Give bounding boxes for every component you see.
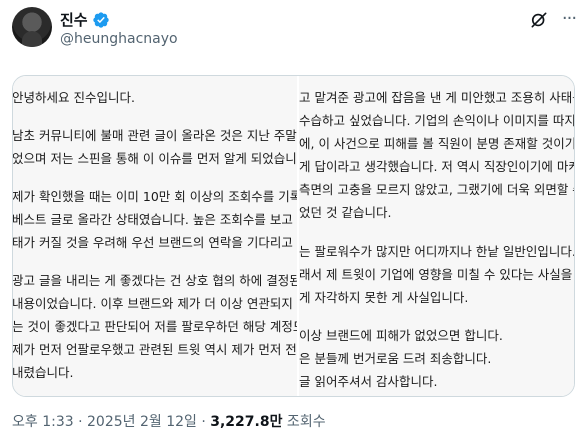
tweet-image[interactable]: 안녕하세요 진수입니다. 남초 커뮤니티에 불매 관련 글이 올라온 것은 지난… [12,75,575,397]
image-text-line: 광고 글을 내리는 게 좋겠다는 건 상호 협의 하에 결정된 [13,273,297,288]
tweet-timestamp[interactable]: 오후 1:33 · 2025년 2월 12일 · [12,414,210,430]
image-text-line: 은 분들께 번거로움 드려 죄송합니다. [299,351,492,366]
image-text-line: 제가 확인했을 때는 이미 10만 회 이상의 조회수를 기록하 [13,189,297,204]
image-text-line: 베스트 글로 올라간 상태였습니다. 높은 조회수를 보고 사 [13,212,297,227]
image-left-page: 안녕하세요 진수입니다. 남초 커뮤니티에 불매 관련 글이 올라온 것은 지난… [13,76,297,396]
image-text-line: 는 팔로워수가 많지만 어디까지나 한낱 일반인입니다. [299,244,575,259]
image-text-line: 에, 이 사건으로 피해를 볼 직원이 분명 존재할 것이기에 [299,136,575,151]
author-display-name[interactable]: 진수 [60,9,88,30]
image-text-line: 남초 커뮤니티에 불매 관련 글이 올라온 것은 지난 주말이 [13,128,297,143]
tweet-header: 진수 @heunghacnayo ··· [0,0,587,62]
image-text-line: 고 맡겨준 광고에 잡음을 낸 게 미안했고 조용히 사태를 [299,90,575,105]
image-text-line: 내용이었습니다. 이후 브랜드와 제가 더 이상 연관되지 않 [13,296,297,311]
tweet-meta: 오후 1:33 · 2025년 2월 12일 · 3,227.8만 조회수 [12,411,326,431]
verified-badge-icon [92,11,109,28]
grok-icon[interactable] [529,10,549,30]
author-name-row: 진수 [60,9,110,30]
image-text-line: 게 자각하지 못한 게 사실입니다. [299,290,469,305]
image-text-line: 수습하고 싶었습니다. 기업의 손익이나 이미지를 따지기 [299,113,575,128]
views-label: 조회수 [282,414,326,430]
image-text-line: 이상 브랜드에 피해가 없었으면 합니다. [299,328,503,343]
image-text-line: 래서 제 트윗이 기업에 영향을 미칠 수 있다는 사실을 깊 [299,267,575,282]
image-text-line: 었던 것 같습니다. [299,205,392,220]
image-text-line: 는 것이 좋겠다고 판단되어 저를 팔로우하던 해당 계정도 [13,319,297,334]
image-text-line: 게 답이라고 생각했습니다. 저 역시 직장인이기에 마케 [299,159,575,174]
image-text-line: 내렸습니다. [13,365,74,380]
image-text-line: 안녕하세요 진수입니다. [13,90,135,105]
views-count: 3,227.8만 [210,414,283,430]
image-text-line: 제가 먼저 언팔로우했고 관련된 트윗 역시 제가 먼저 전부 [13,342,297,357]
image-text-line: 태가 커질 것을 우려해 우선 브랜드의 연락을 기다리고 있 [13,235,297,250]
image-text-line: 측면의 고충을 모르지 않았고, 그랬기에 더욱 외면할 수 [299,182,575,197]
more-icon[interactable]: ··· [560,10,578,30]
avatar[interactable] [12,7,52,47]
author-handle[interactable]: @heunghacnayo [60,31,178,47]
image-text-line: 었으며 저는 스핀을 통해 이 이슈를 먼저 알게 되었습니다 [13,151,297,166]
image-text-line: 글 읽어주셔서 감사합니다. [299,374,438,389]
image-right-page: 고 맡겨준 광고에 잡음을 낸 게 미안했고 조용히 사태를 수습하고 싶었습니… [299,76,575,396]
